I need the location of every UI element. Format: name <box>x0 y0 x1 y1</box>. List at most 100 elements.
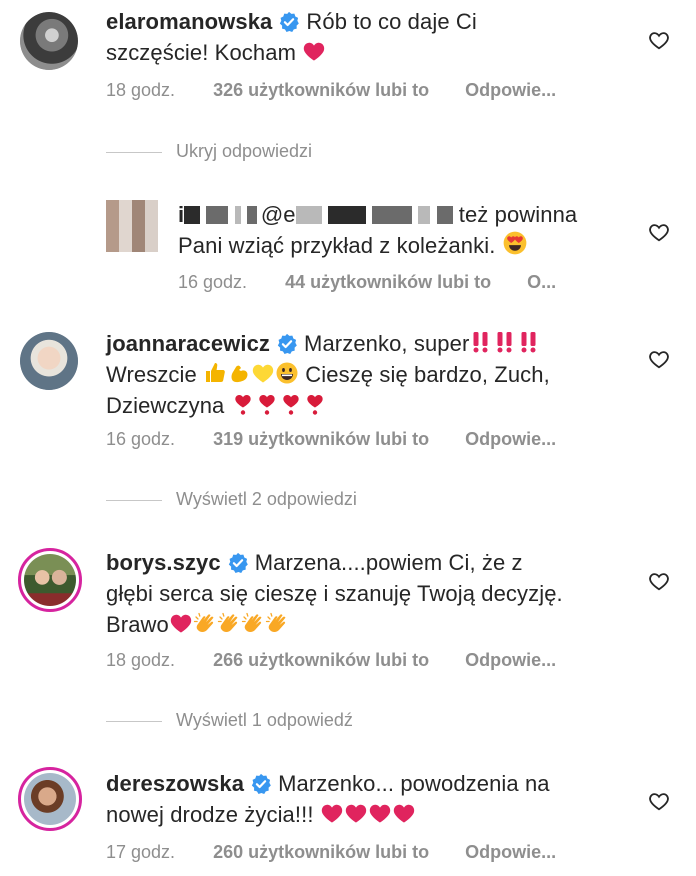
blur-block <box>184 206 201 224</box>
clapping-hands-icon <box>217 611 241 635</box>
comment-meta: 18 godz. 326 użytkowników lubi to Odpowie.… <box>106 80 556 101</box>
comment-text: elaromanowska Rób to co daje Ci szczęście… <box>106 6 477 68</box>
yellow-heart-icon <box>251 361 275 385</box>
red-heart-icon <box>392 801 416 825</box>
comment-time: 18 godz. <box>106 80 176 100</box>
comment-meta: 17 godz. 260 użytkowników lubi to Odpowie.… <box>106 842 556 863</box>
comment-meta: 16 godz. 44 użytkowników lubi to O... <box>178 272 556 293</box>
like-heart-icon[interactable] <box>648 570 670 592</box>
comment-body-line3: Brawo <box>106 612 169 637</box>
clapping-hands-icon <box>241 611 265 635</box>
red-heart-icon <box>302 39 326 63</box>
comment-text: i @e też powinna Pani wziąć przykład z k… <box>178 199 577 261</box>
blur-block <box>234 206 241 224</box>
comment-time: 16 godz. <box>178 272 248 292</box>
comment-likes[interactable]: 44 użytkowników lubi to <box>285 272 491 293</box>
flexed-bicep-icon <box>227 361 251 385</box>
avatar-photo <box>24 554 76 606</box>
red-heart-icon <box>169 611 193 635</box>
comment-body-line1: Marzenko... powodzenia na <box>278 771 550 796</box>
verified-icon <box>278 11 300 33</box>
double-exclamation-icon <box>469 330 493 354</box>
comment-time: 16 godz. <box>106 429 176 449</box>
like-heart-icon[interactable] <box>648 348 670 370</box>
double-exclamation-icon <box>493 330 517 354</box>
comment-username[interactable]: elaromanowska <box>106 9 272 34</box>
divider-line <box>106 720 162 722</box>
clapping-hands-icon <box>193 611 217 635</box>
comment-time: 17 godz. <box>106 842 176 862</box>
comment-text: joannaracewicz Marzenko, super Wreszcie C… <box>106 328 550 421</box>
red-heart-icon <box>320 801 344 825</box>
hide-replies-toggle[interactable]: Ukryj odpowiedzi <box>106 141 312 162</box>
like-heart-icon[interactable] <box>648 790 670 812</box>
like-heart-icon[interactable] <box>648 221 670 243</box>
like-heart-icon[interactable] <box>648 29 670 51</box>
comment-meta: 16 godz. 319 użytkowników lubi to Odpowie.… <box>106 429 556 450</box>
clapping-hands-icon <box>265 611 289 635</box>
avatar[interactable] <box>20 12 78 70</box>
comment-body-line2: głębi serca się cieszę i szanuję Twoją d… <box>106 581 563 606</box>
comment-body-line1: Marzenko, super <box>304 331 470 356</box>
comment-body-line1: Rób to co daje Ci <box>306 9 477 34</box>
comment-username[interactable]: joannaracewicz <box>106 331 270 356</box>
avatar-photo <box>20 332 78 390</box>
verified-icon <box>227 552 249 574</box>
reply-button[interactable]: Odpowie... <box>465 842 556 863</box>
comment-body-line2: szczęście! Kocham <box>106 40 296 65</box>
blur-block <box>246 206 257 224</box>
comment-body-line1: też powinna <box>458 202 578 227</box>
mention-start[interactable]: @e <box>261 202 296 227</box>
comment-username[interactable]: borys.szyc <box>106 550 221 575</box>
reply-button[interactable]: Odpowie... <box>465 429 556 450</box>
avatar[interactable] <box>20 332 78 390</box>
comment-likes[interactable]: 260 użytkowników lubi to <box>213 842 429 863</box>
view-replies-label: Wyświetl 2 odpowiedzi <box>176 489 357 509</box>
blur-block <box>436 206 453 224</box>
comment-body-line3: Dziewczyna <box>106 393 225 418</box>
comment-body-line2: nowej drodze życia!!! <box>106 802 314 827</box>
hide-replies-label: Ukryj odpowiedzi <box>176 141 313 161</box>
blur-block <box>206 206 229 224</box>
comment-likes[interactable]: 266 użytkowników lubi to <box>213 650 429 671</box>
reply-button[interactable]: Odpowie... <box>465 80 556 101</box>
red-heart-icon <box>368 801 392 825</box>
avatar-photo <box>24 773 76 825</box>
heavy-heart-exclamation-icon <box>231 392 255 416</box>
heavy-heart-exclamation-icon <box>303 392 327 416</box>
avatar-story-ring[interactable] <box>18 767 82 831</box>
comment-username[interactable]: dereszowska <box>106 771 244 796</box>
divider-line <box>106 499 162 501</box>
comment-time: 18 godz. <box>106 650 176 670</box>
comment-meta: 18 godz. 266 użytkowników lubi to Odpowie.… <box>106 650 556 671</box>
divider-line <box>106 151 162 153</box>
view-replies-toggle[interactable]: Wyświetl 1 odpowiedź <box>106 710 353 731</box>
comment-body-line1: Marzena....powiem Ci, że z <box>254 550 523 575</box>
heavy-heart-exclamation-icon <box>279 392 303 416</box>
avatar[interactable] <box>106 200 158 252</box>
double-exclamation-icon <box>517 330 541 354</box>
blur-block <box>327 206 366 224</box>
comment-likes[interactable]: 319 użytkowników lubi to <box>213 429 429 450</box>
red-heart-icon <box>344 801 368 825</box>
verified-icon <box>276 333 298 355</box>
thumbs-up-icon <box>203 361 227 385</box>
comment-body-line2: Pani wziąć przykład z koleżanki. <box>178 233 496 258</box>
comment-body-line2b: Cieszę się bardzo, Zuch, <box>305 362 550 387</box>
grinning-face-icon <box>275 361 299 385</box>
avatar-pixelated <box>106 200 158 252</box>
blur-block <box>418 206 431 224</box>
comment-body-line2: Wreszcie <box>106 362 197 387</box>
verified-icon <box>250 773 272 795</box>
reply-button[interactable]: O... <box>527 272 556 293</box>
comment-text: dereszowska Marzenko... powodzenia na now… <box>106 768 550 830</box>
view-replies-label: Wyświetl 1 odpowiedź <box>176 710 353 730</box>
blur-block <box>295 206 322 224</box>
heart-eyes-emoji-icon <box>502 230 528 256</box>
comment-username-blurred[interactable]: i <box>178 202 257 227</box>
reply-button[interactable]: Odpowie... <box>465 650 556 671</box>
comment-likes[interactable]: 326 użytkowników lubi to <box>213 80 429 101</box>
avatar-story-ring[interactable] <box>18 548 82 612</box>
avatar-photo <box>20 12 78 70</box>
view-replies-toggle[interactable]: Wyświetl 2 odpowiedzi <box>106 489 357 510</box>
